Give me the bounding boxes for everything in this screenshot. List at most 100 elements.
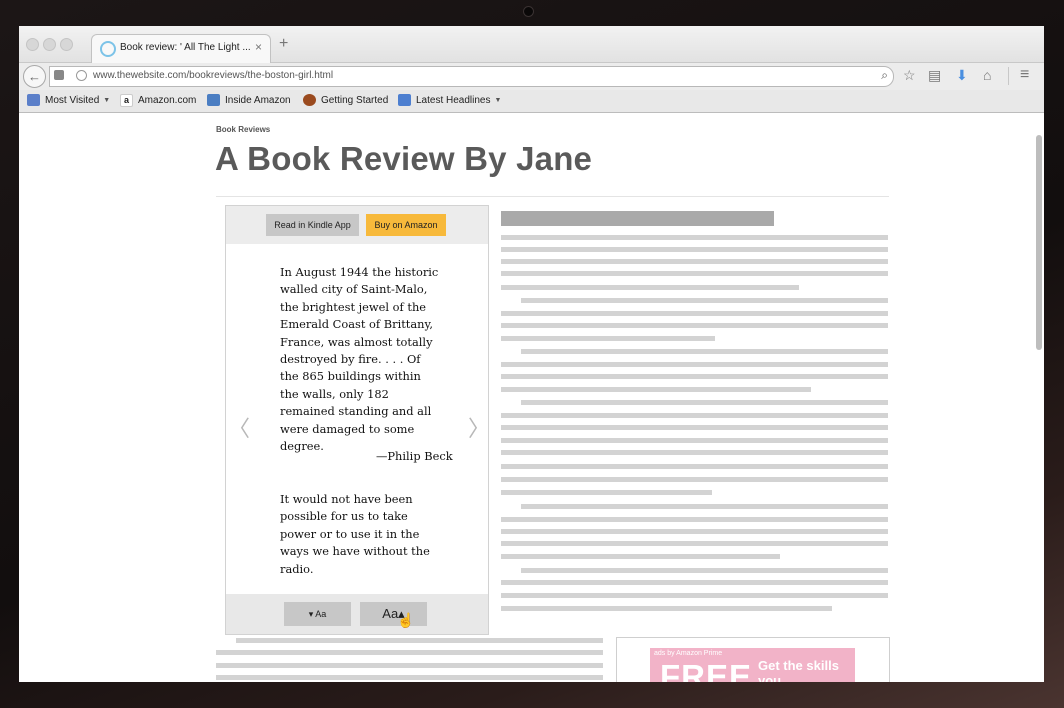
widget-footer: ▾ Aa Aa▴ ☝ (226, 594, 488, 634)
inside-amazon-icon (207, 94, 220, 106)
placeholder-line (501, 235, 888, 240)
new-tab-button[interactable]: + (279, 36, 288, 52)
placeholder-line (501, 259, 888, 264)
bookmark-most-visited[interactable]: Most Visited ▼ (27, 94, 110, 106)
next-page-icon[interactable]: 〉 (468, 411, 490, 443)
placeholder-line (521, 400, 888, 405)
navigation-bar: ← www.thewebsite.com/bookreviews/the-bos… (19, 63, 1044, 90)
bookmark-label: Most Visited (45, 94, 100, 106)
placeholder-line (501, 517, 888, 522)
bookmark-label: Amazon.com (138, 95, 197, 106)
placeholder-line (236, 638, 603, 643)
placeholder-line (501, 271, 888, 276)
search-icon[interactable]: ⌕ (881, 68, 888, 83)
url-bar[interactable]: www.thewebsite.com/bookreviews/the-bosto… (49, 66, 894, 87)
bookmark-label: Inside Amazon (225, 94, 291, 106)
placeholder-line (216, 663, 603, 668)
buy-on-amazon-button[interactable]: Buy on Amazon (366, 214, 446, 236)
placeholder-line (521, 349, 888, 354)
amazon-icon: a (120, 94, 133, 107)
identity-icon[interactable] (54, 70, 64, 80)
placeholder-line (501, 450, 888, 455)
quote-attribution: —Philip Beck (376, 449, 453, 463)
placeholder-line (501, 477, 888, 482)
widget-header: Read in Kindle App Buy on Amazon (226, 206, 488, 244)
bookmarks-bar: Most Visited ▼ a Amazon.com Inside Amazo… (19, 90, 1044, 113)
section-kicker[interactable]: Book Reviews (216, 125, 270, 134)
minimize-window-button[interactable] (43, 38, 56, 51)
bookmark-inside-amazon[interactable]: Inside Amazon (207, 94, 291, 106)
ad-tagline: Get the skills you (758, 658, 839, 682)
reading-list-icon[interactable]: ▤ (928, 67, 941, 83)
kindle-preview-widget: Read in Kindle App Buy on Amazon In Augu… (225, 205, 490, 635)
globe-icon (76, 70, 87, 81)
epigraph-paragraph: It would not have been possible for us t… (280, 492, 430, 576)
ad-label: ads by Amazon Prime (654, 650, 723, 657)
chevron-down-icon: ▼ (494, 96, 502, 104)
placeholder-line (501, 311, 888, 316)
bookmark-label: Latest Headlines (416, 94, 491, 106)
placeholder-line (501, 323, 888, 328)
zoom-window-button[interactable] (60, 38, 73, 51)
laptop-bezel: Book review: ' All The Light ... × + ← w… (0, 0, 1064, 708)
placeholder-line (216, 650, 603, 655)
divider (216, 196, 889, 197)
prev-page-icon[interactable]: 〈 (228, 411, 250, 443)
placeholder-line (501, 593, 888, 598)
browser-window: Book review: ' All The Light ... × + ← w… (19, 26, 1044, 682)
hand-cursor-icon: ☝ (397, 612, 415, 628)
most-visited-icon (27, 94, 40, 106)
placeholder-line (216, 675, 603, 680)
camera-dot (523, 6, 534, 17)
toolbar-divider (1008, 67, 1009, 85)
bookmark-amazon[interactable]: a Amazon.com (120, 94, 196, 107)
download-icon[interactable]: ⬇ (956, 67, 968, 83)
placeholder-line (521, 568, 888, 573)
page-title: A Book Review By Jane (215, 140, 593, 177)
getting-started-icon (303, 94, 316, 106)
placeholder-line (501, 529, 888, 534)
placeholder-line (501, 285, 799, 290)
chevron-down-icon: ▼ (103, 96, 111, 104)
placeholder-line (501, 554, 780, 559)
placeholder-line (501, 464, 888, 469)
advertisement[interactable]: ads by Amazon Prime FREE Get the skills … (616, 637, 890, 682)
bookmark-latest-headlines[interactable]: Latest Headlines ▼ (398, 94, 501, 106)
placeholder-line (501, 580, 888, 585)
placeholder-line (501, 438, 888, 443)
placeholder-line (521, 504, 888, 509)
placeholder-heading (501, 211, 774, 226)
bookmark-label: Getting Started (321, 94, 389, 106)
ad-banner[interactable]: ads by Amazon Prime FREE Get the skills … (650, 648, 855, 682)
scrollbar[interactable] (1036, 135, 1042, 350)
placeholder-line (501, 387, 811, 392)
loading-icon (100, 41, 116, 57)
star-icon[interactable]: ☆ (903, 67, 916, 83)
menu-icon[interactable]: ≡ (1020, 67, 1029, 83)
placeholder-line (501, 247, 888, 252)
ad-headline: FREE (660, 658, 753, 682)
placeholder-line (521, 298, 888, 303)
rss-icon (398, 94, 411, 106)
back-button[interactable]: ← (23, 65, 46, 88)
tab-strip: Book review: ' All The Light ... × + (19, 26, 1044, 63)
placeholder-line (501, 413, 888, 418)
placeholder-line (501, 541, 888, 546)
font-increase-button[interactable]: Aa▴ (360, 602, 427, 626)
placeholder-line (501, 374, 888, 379)
close-window-button[interactable] (26, 38, 39, 51)
read-in-kindle-button[interactable]: Read in Kindle App (266, 214, 359, 236)
placeholder-line (501, 425, 888, 430)
placeholder-line (501, 362, 888, 367)
placeholder-line (501, 606, 832, 611)
tab-close-icon[interactable]: × (255, 40, 262, 54)
placeholder-line (501, 490, 712, 495)
home-icon[interactable]: ⌂ (983, 67, 991, 83)
tab-title: Book review: ' All The Light ... (120, 42, 251, 53)
bookmark-getting-started[interactable]: Getting Started (303, 94, 388, 106)
font-decrease-button[interactable]: ▾ Aa (284, 602, 351, 626)
url-text[interactable]: www.thewebsite.com/bookreviews/the-bosto… (93, 70, 333, 81)
active-tab[interactable]: Book review: ' All The Light ... × (91, 34, 271, 63)
epigraph-quote: In August 1944 the historic walled city … (280, 265, 439, 454)
placeholder-line (501, 336, 715, 341)
